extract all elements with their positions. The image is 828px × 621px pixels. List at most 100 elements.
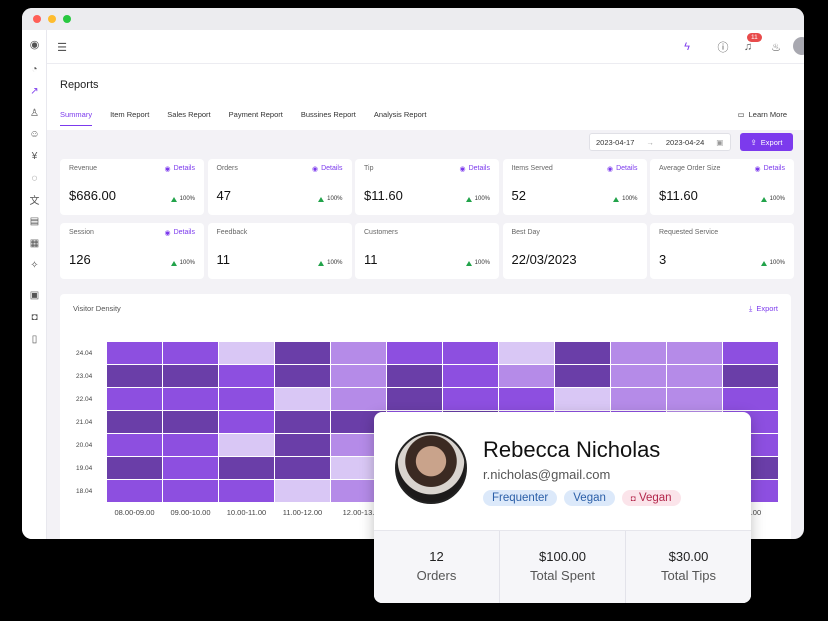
heatmap-cell[interactable]	[219, 434, 274, 456]
lightning-icon[interactable]: ϟ	[680, 40, 694, 54]
customer-tags: Frequenter Vegan ◘ Vegan	[483, 490, 681, 506]
reports-icon[interactable]: ↗	[28, 85, 41, 98]
heatmap-cell[interactable]	[107, 434, 162, 456]
heatmap-cell[interactable]	[163, 457, 218, 479]
trend-up-icon	[465, 260, 472, 266]
tablet-icon[interactable]: ▯	[28, 333, 41, 346]
cutlery-icon[interactable]: ¥	[28, 150, 41, 163]
heatmap-cell[interactable]	[275, 388, 330, 410]
heatmap-cell[interactable]	[275, 480, 330, 502]
metric-details-link[interactable]: ◉ Details	[164, 165, 195, 173]
heatmap-cell[interactable]	[499, 342, 554, 364]
date-range-picker[interactable]: 2023-04-17 → 2023-04-24 ▣	[589, 133, 731, 151]
dashboard-icon[interactable]: ◔	[28, 63, 41, 76]
chat-icon[interactable]: ◌	[28, 172, 41, 185]
heatmap-cell[interactable]	[219, 457, 274, 479]
heatmap-cell[interactable]	[723, 388, 778, 410]
notification-bell-icon[interactable]: ♫	[741, 40, 755, 54]
heatmap-cell[interactable]	[163, 388, 218, 410]
heatmap-cell[interactable]	[443, 342, 498, 364]
bell-service-icon[interactable]: ♙	[28, 107, 41, 120]
heatmap-cell[interactable]	[387, 342, 442, 364]
tab-summary[interactable]: Summary	[60, 110, 93, 126]
heatmap-cell[interactable]	[611, 388, 666, 410]
heatmap-cell[interactable]	[723, 342, 778, 364]
heatmap-cell[interactable]	[275, 434, 330, 456]
visitor-density-export-button[interactable]: ⤓ Export	[749, 304, 778, 314]
heatmap-cell[interactable]	[107, 365, 162, 387]
heatmap-cell[interactable]	[163, 342, 218, 364]
tab-business-report[interactable]: Bussines Report	[301, 110, 356, 126]
table-icon[interactable]: ▤	[28, 215, 41, 228]
metric-details-link[interactable]: ◉ Details	[607, 165, 638, 173]
heatmap-cell[interactable]	[443, 365, 498, 387]
settings-icon[interactable]: ✧	[28, 259, 41, 272]
heatmap-cell[interactable]	[611, 365, 666, 387]
heatmap-cell[interactable]	[163, 480, 218, 502]
translate-icon[interactable]: 文	[28, 193, 41, 207]
heatmap-cell[interactable]	[667, 365, 722, 387]
heatmap-cell[interactable]	[611, 342, 666, 364]
heatmap-cell[interactable]	[219, 480, 274, 502]
heatmap-cell[interactable]	[275, 342, 330, 364]
metric-details-link[interactable]: ◉ Details	[459, 165, 490, 173]
user-avatar[interactable]	[793, 37, 804, 55]
heatmap-cell[interactable]	[667, 388, 722, 410]
heatmap-cell[interactable]	[499, 365, 554, 387]
minimize-window-button[interactable]	[48, 15, 56, 23]
metric-change-value: 100%	[769, 196, 785, 202]
heatmap-cell[interactable]	[275, 365, 330, 387]
heatmap-column-label: 09.00-10.00	[170, 508, 211, 517]
metric-details-link[interactable]: ◉ Details	[754, 165, 785, 173]
heatmap-cell[interactable]	[499, 388, 554, 410]
metric-value: $11.60	[364, 188, 403, 203]
heatmap-cell[interactable]	[163, 434, 218, 456]
heatmap-cell[interactable]	[219, 411, 274, 433]
heatmap-cell[interactable]	[107, 342, 162, 364]
menu-toggle-icon[interactable]: ☰	[55, 40, 69, 54]
metric-card: Customers 11 100%	[355, 223, 499, 279]
export-button[interactable]: ⇪ Export	[740, 133, 793, 151]
heatmap-cell[interactable]	[275, 457, 330, 479]
logo-icon[interactable]: ◉	[28, 38, 41, 51]
heatmap-cell[interactable]	[219, 365, 274, 387]
heatmap-cell[interactable]	[555, 365, 610, 387]
heatmap-cell[interactable]	[331, 342, 386, 364]
heatmap-cell[interactable]	[331, 365, 386, 387]
tab-sales-report[interactable]: Sales Report	[167, 110, 210, 126]
heatmap-cell[interactable]	[387, 388, 442, 410]
heatmap-cell[interactable]	[667, 342, 722, 364]
heatmap-cell[interactable]	[387, 365, 442, 387]
heatmap-cell[interactable]	[331, 388, 386, 410]
help-icon[interactable]: ⓘ	[716, 40, 730, 54]
heatmap-cell[interactable]	[443, 388, 498, 410]
metric-label: Orders	[216, 165, 238, 172]
heatmap-cell[interactable]	[275, 411, 330, 433]
heatmap-cell[interactable]	[555, 388, 610, 410]
tab-payment-report[interactable]: Payment Report	[229, 110, 283, 126]
heatmap-cell[interactable]	[163, 411, 218, 433]
users-icon[interactable]: ☺	[28, 128, 41, 141]
heatmap-cell[interactable]	[107, 388, 162, 410]
heatmap-cell[interactable]	[219, 388, 274, 410]
learn-more-link[interactable]: ▭ Learn More	[738, 110, 787, 119]
tab-analysis-report[interactable]: Analysis Report	[374, 110, 427, 126]
heatmap-cell[interactable]	[163, 365, 218, 387]
heatmap-cell[interactable]	[219, 342, 274, 364]
heatmap-cell[interactable]	[723, 365, 778, 387]
tab-item-report[interactable]: Item Report	[110, 110, 149, 126]
layout-icon[interactable]: ▦	[28, 237, 41, 250]
heatmap-cell[interactable]	[107, 457, 162, 479]
grid-icon[interactable]: ▣	[28, 289, 41, 302]
heatmap-cell[interactable]	[107, 411, 162, 433]
theme-icon[interactable]: ♨	[769, 40, 783, 54]
heatmap-row-label: 18.04	[76, 488, 93, 495]
close-window-button[interactable]	[33, 15, 41, 23]
metric-details-link[interactable]: ◉ Details	[164, 229, 195, 237]
heatmap-cell[interactable]	[555, 342, 610, 364]
heatmap-cell[interactable]	[107, 480, 162, 502]
metric-details-link[interactable]: ◉ Details	[312, 165, 343, 173]
maximize-window-button[interactable]	[63, 15, 71, 23]
bag-icon[interactable]: ◘	[28, 311, 41, 324]
download-icon: ⤓	[748, 304, 753, 313]
